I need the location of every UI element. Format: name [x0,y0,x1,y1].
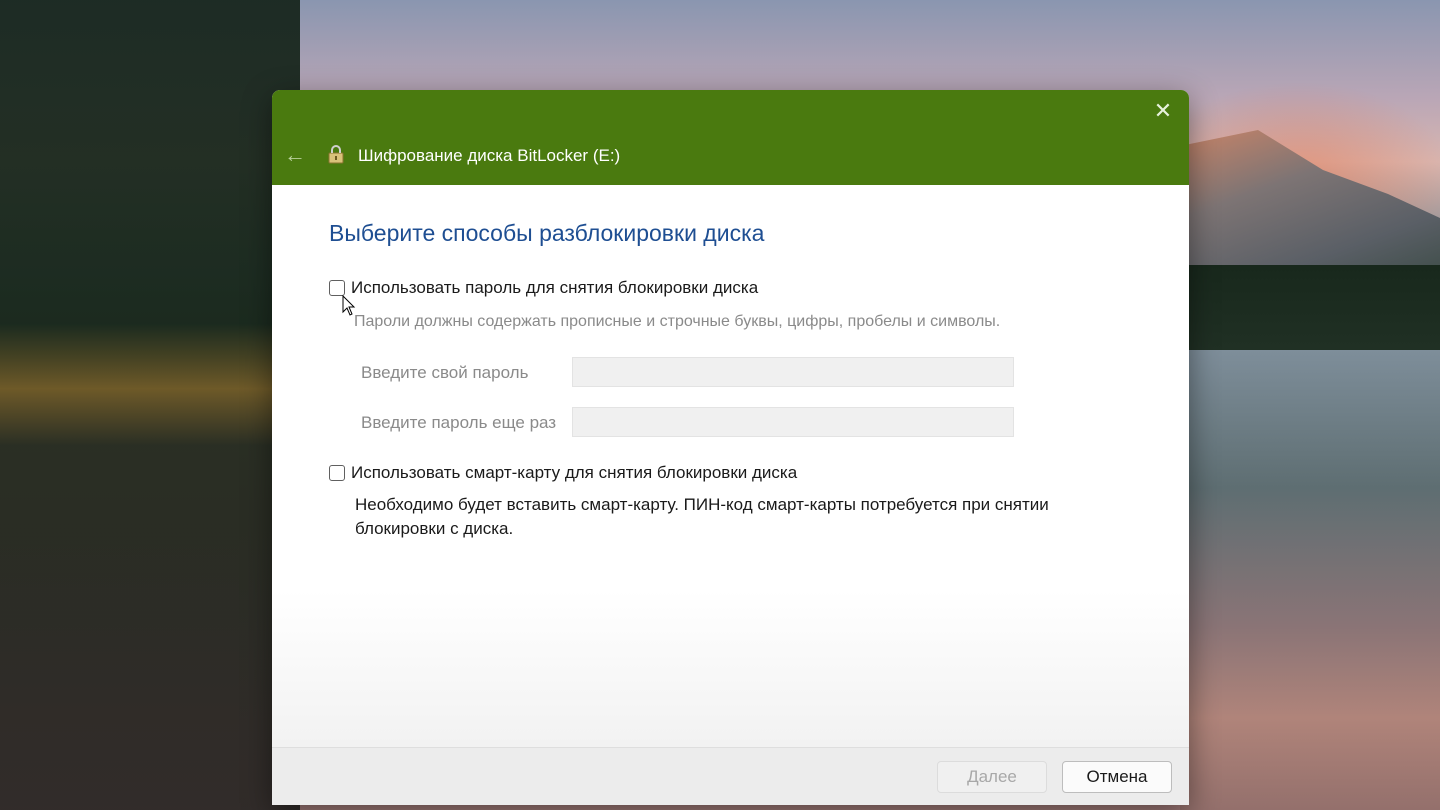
wallpaper-forest [1180,265,1440,350]
mouse-cursor-icon [342,295,356,316]
dialog-content: Выберите способы разблокировки диска Исп… [272,185,1189,747]
page-heading: Выберите способы разблокировки диска [329,220,765,246]
title-bar: ✕ ← Шифрование диска BitLocker (E:) [272,90,1189,185]
confirm-password-label: Введите пароль еще раз [361,413,557,432]
wallpaper-trees [0,0,300,810]
smartcard-option-label[interactable]: Использовать смарт-карту для снятия блок… [351,463,797,483]
password-option-row[interactable]: Использовать пароль для снятия блокировк… [329,278,758,298]
close-icon: ✕ [1153,98,1173,123]
password-hint: Пароли должны содержать прописные и стро… [354,313,1001,330]
smartcard-option-row[interactable]: Использовать смарт-карту для снятия блок… [329,463,797,483]
password-field-label: Введите свой пароль [361,363,529,382]
password-field[interactable] [572,357,1014,387]
close-button[interactable]: ✕ [1145,96,1181,126]
window-title: Шифрование диска BitLocker (E:) [358,146,621,165]
next-button[interactable]: Далее [937,761,1047,793]
confirm-password-field[interactable] [572,407,1014,437]
smartcard-hint: Необходимо будет вставить смарт-карту. П… [355,495,1049,538]
password-option-label[interactable]: Использовать пароль для снятия блокировк… [351,278,758,298]
back-arrow-icon: ← [284,142,306,167]
password-checkbox[interactable] [329,280,345,296]
dialog-footer: Далее Отмена [272,747,1189,805]
wallpaper-lake [1180,350,1440,810]
smartcard-checkbox[interactable] [329,465,345,481]
cancel-button[interactable]: Отмена [1062,761,1172,793]
back-button[interactable]: ← [280,140,310,170]
bitlocker-dialog: ✕ ← Шифрование диска BitLocker (E:) Выбе… [272,90,1189,805]
bitlocker-icon [328,145,344,164]
